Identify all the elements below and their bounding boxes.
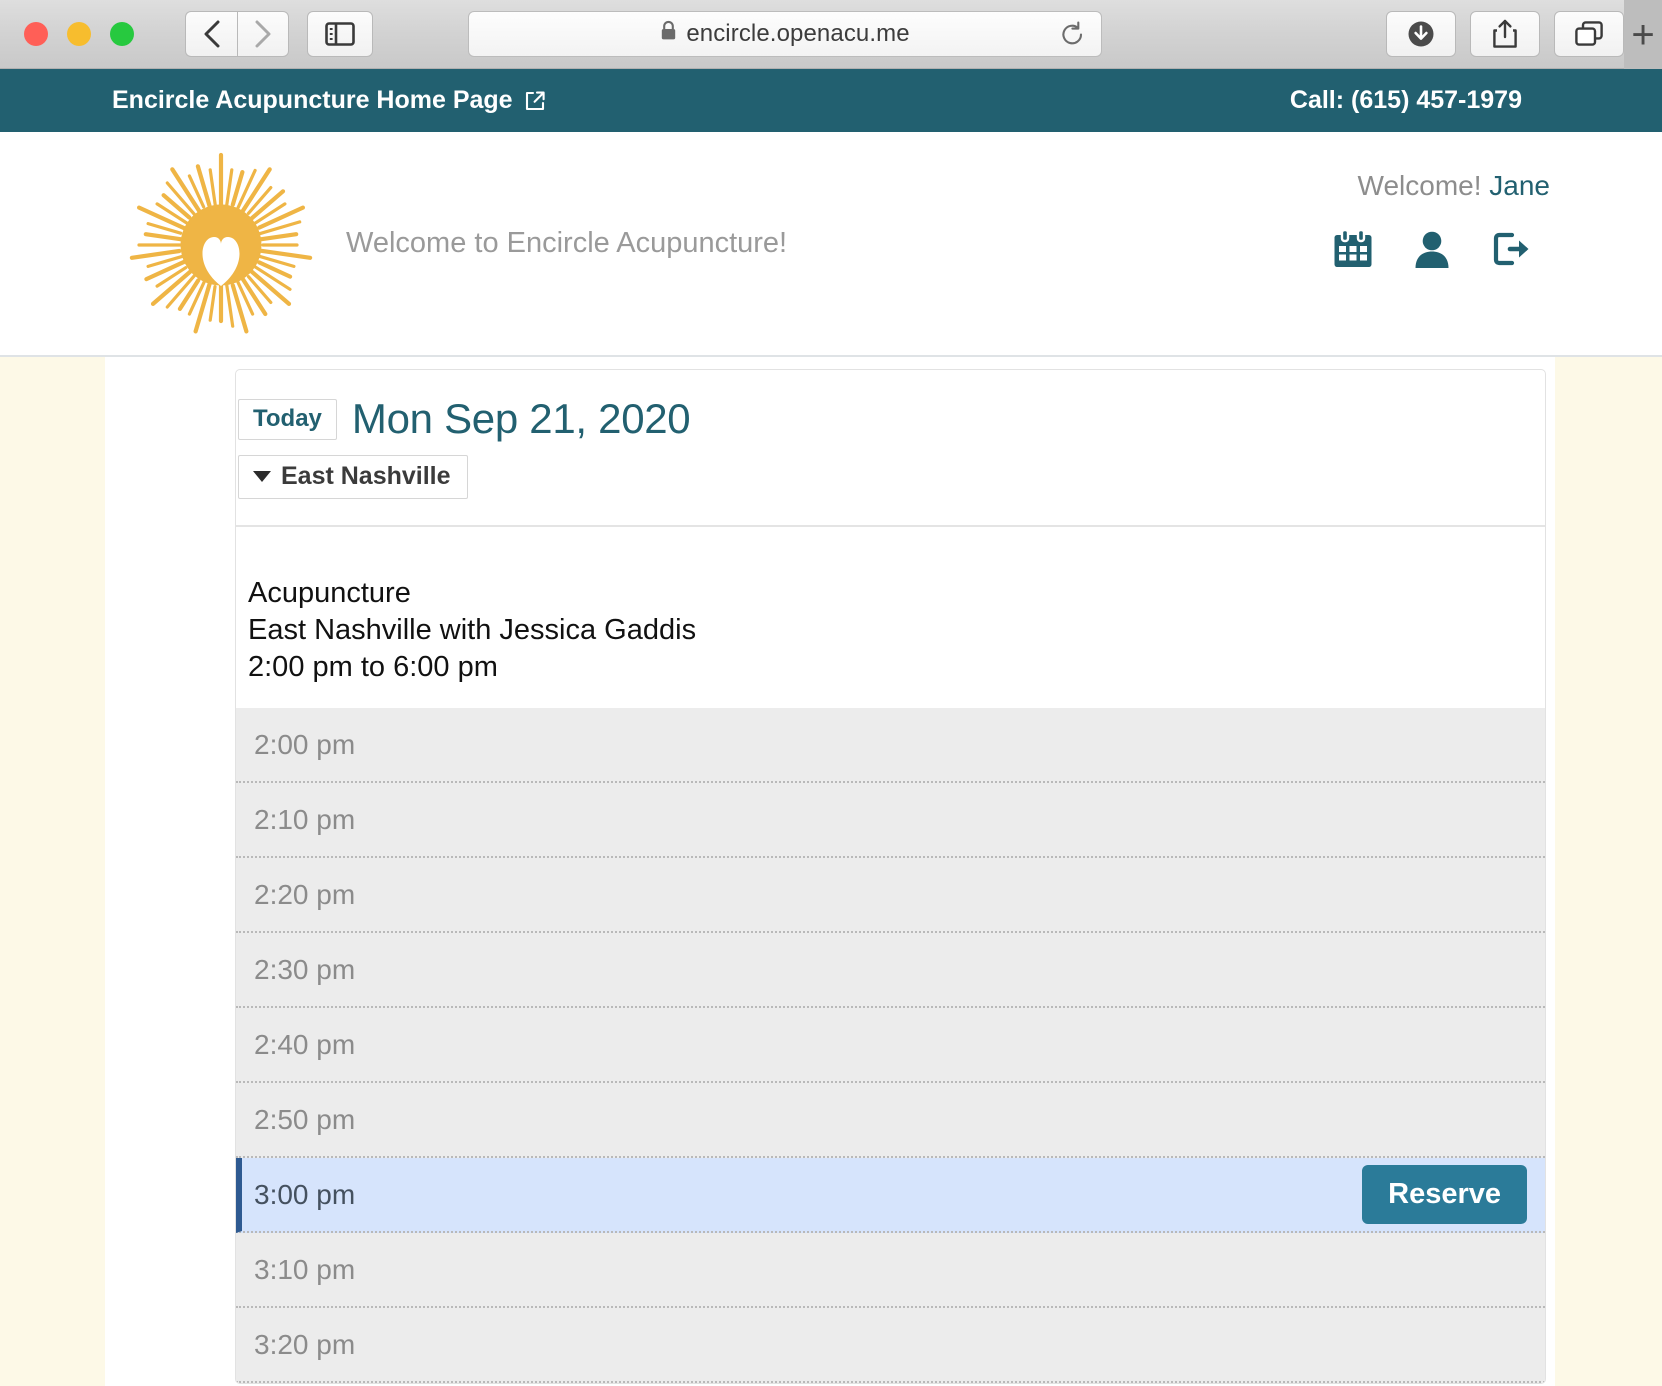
date-row: Today Mon Sep 21, 2020 — [238, 398, 1545, 440]
time-slot-row[interactable]: 3:10 pm — [236, 1233, 1545, 1309]
appointment-summary: Acupuncture East Nashville with Jessica … — [236, 549, 1545, 709]
external-link-icon — [525, 91, 545, 110]
time-slot-row[interactable]: 2:10 pm — [236, 783, 1545, 859]
calendar-icon[interactable] — [1332, 228, 1374, 270]
sunburst-heart-logo-icon — [129, 152, 313, 333]
home-page-link-label: Encircle Acupuncture Home Page — [112, 86, 513, 114]
time-slot-row[interactable]: 2:20 pm — [236, 858, 1545, 934]
time-slot-label: 2:10 pm — [254, 803, 356, 835]
schedule-card: Today Mon Sep 21, 2020 East Nashville Ac… — [235, 369, 1546, 1385]
site-topbar: Encircle Acupuncture Home Page Call: (61… — [0, 69, 1662, 132]
new-tab-button[interactable]: + — [1624, 0, 1662, 69]
share-button[interactable] — [1470, 11, 1540, 57]
reload-button[interactable] — [1060, 20, 1085, 48]
lock-icon — [660, 20, 677, 41]
location-dropdown-label: East Nashville — [281, 462, 451, 490]
time-slot-row[interactable]: 3:00 pm Reserve — [236, 1158, 1545, 1234]
minimize-window-button[interactable] — [67, 22, 91, 46]
sidebar-toggle-button[interactable] — [307, 11, 373, 57]
toolbar-right-buttons — [1386, 11, 1624, 57]
site-logo[interactable] — [128, 149, 314, 339]
appointment-provider: East Nashville with Jessica Gaddis — [248, 614, 697, 647]
downloads-button[interactable] — [1386, 11, 1456, 57]
tab-overview-button[interactable] — [1554, 11, 1624, 57]
time-slot-label: 3:00 pm — [254, 1178, 356, 1210]
forward-button[interactable] — [237, 11, 289, 57]
time-slot-label: 2:50 pm — [254, 1103, 356, 1135]
header-divider — [236, 525, 1545, 527]
time-slot-label: 2:20 pm — [254, 878, 356, 910]
time-slot-row[interactable]: 2:50 pm — [236, 1083, 1545, 1159]
time-slot-list: 2:00 pm 2:10 pm 2:20 pm 2:30 pm 2:40 pm 2:50 … — [236, 708, 1545, 1384]
back-button[interactable] — [185, 11, 237, 57]
time-slot-label: 3:20 pm — [254, 1328, 356, 1360]
url-value: encircle.openacu.me — [686, 20, 910, 47]
close-window-button[interactable] — [24, 22, 48, 46]
appointment-hours: 2:00 pm to 6:00 pm — [248, 651, 498, 684]
caret-down-icon — [253, 471, 271, 482]
welcome-message: Welcome! Jane — [1358, 170, 1550, 202]
time-slot-row[interactable]: 2:30 pm — [236, 933, 1545, 1009]
home-page-link[interactable]: Encircle Acupuncture Home Page — [112, 86, 546, 115]
time-slot-label: 2:40 pm — [254, 1028, 356, 1060]
navigation-buttons — [185, 11, 373, 57]
sidebar-icon — [325, 22, 355, 46]
chevron-left-icon — [204, 20, 220, 48]
appointment-service: Acupuncture — [248, 577, 411, 609]
time-slot-row[interactable]: 3:20 pm — [236, 1308, 1545, 1384]
address-bar[interactable]: encircle.openacu.me — [468, 11, 1102, 57]
location-dropdown[interactable]: East Nashville — [238, 455, 468, 499]
today-button[interactable]: Today — [238, 398, 337, 440]
time-slot-row[interactable]: 2:40 pm — [236, 1008, 1545, 1084]
welcome-prefix: Welcome! — [1357, 170, 1482, 201]
content-well: Today Mon Sep 21, 2020 East Nashville Ac… — [105, 357, 1555, 1386]
user-area: Welcome! Jane — [1332, 170, 1550, 270]
time-slot-label: 2:00 pm — [254, 728, 356, 760]
share-icon — [1493, 19, 1517, 48]
reserve-button[interactable]: Reserve — [1362, 1165, 1527, 1225]
url-text-group: encircle.openacu.me — [660, 20, 910, 48]
window-traffic-lights — [24, 22, 134, 46]
site-tagline: Welcome to Encircle Acupuncture! — [346, 227, 788, 259]
tabs-icon — [1575, 21, 1603, 46]
page-body: Today Mon Sep 21, 2020 East Nashville Ac… — [0, 357, 1662, 1386]
chevron-right-icon — [255, 20, 270, 48]
user-profile-icon[interactable] — [1411, 228, 1453, 270]
schedule-header: Today Mon Sep 21, 2020 East Nashville — [236, 370, 1545, 549]
time-slot-row[interactable]: 2:00 pm — [236, 708, 1545, 784]
header-icon-row — [1332, 228, 1534, 270]
time-slot-label: 3:10 pm — [254, 1253, 356, 1285]
time-slot-label: 2:30 pm — [254, 953, 356, 985]
user-name[interactable]: Jane — [1489, 170, 1550, 201]
browser-chrome: encircle.openacu.me + — [0, 0, 1662, 69]
site-header: Welcome to Encircle Acupuncture! Welcome… — [0, 132, 1662, 357]
current-date: Mon Sep 21, 2020 — [351, 395, 691, 442]
download-icon — [1408, 21, 1434, 47]
maximize-window-button[interactable] — [110, 22, 134, 46]
sign-out-icon[interactable] — [1490, 228, 1534, 270]
phone-number[interactable]: Call: (615) 457-1979 — [1290, 86, 1522, 115]
